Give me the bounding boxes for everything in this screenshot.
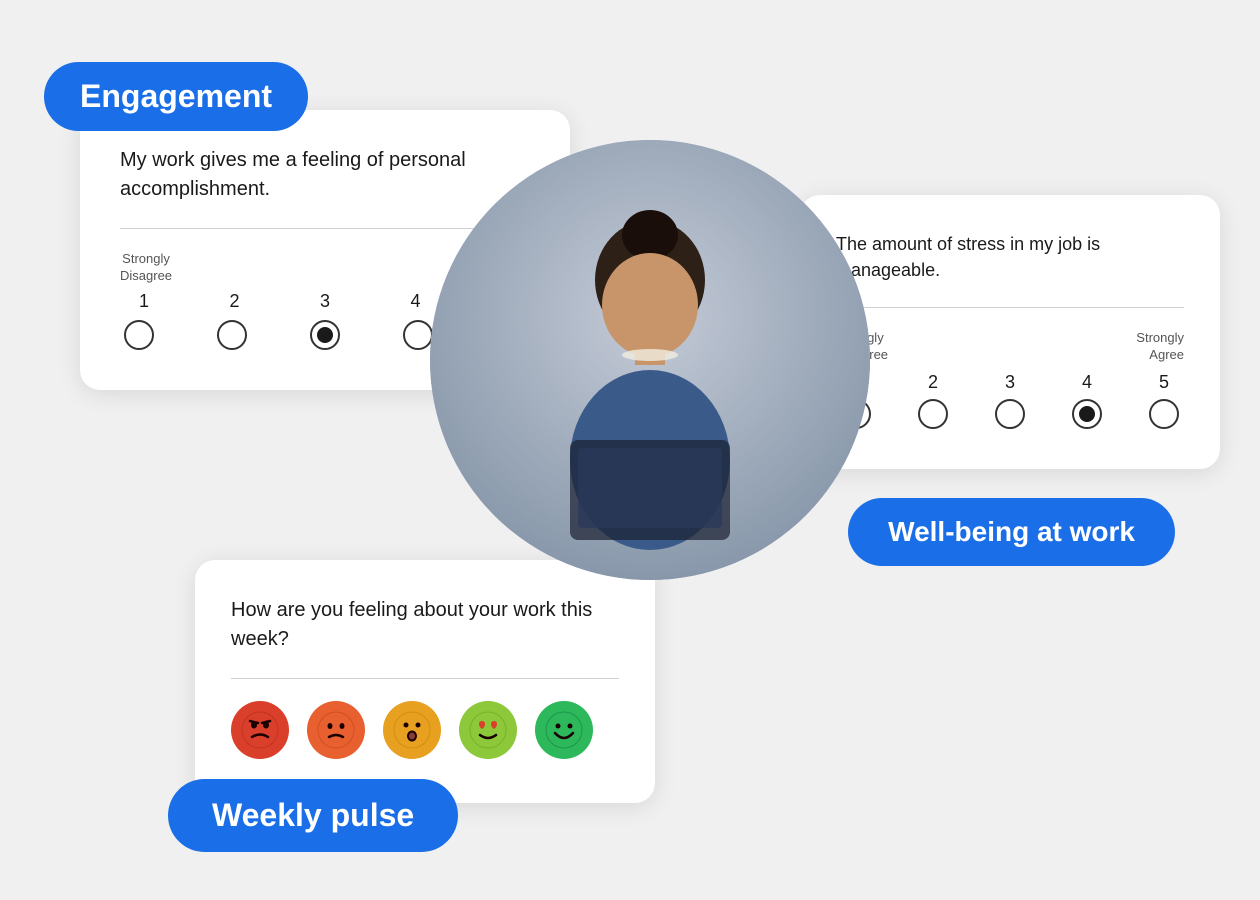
card-pulse: How are you feeling about your work this…: [195, 560, 655, 803]
wb-option-4[interactable]: 4: [1069, 372, 1105, 429]
radio-1-3[interactable]: [310, 320, 340, 350]
radio-1-1[interactable]: [124, 320, 154, 350]
radio-circle-2-2[interactable]: [918, 399, 948, 429]
radio-circle-2-3[interactable]: [995, 399, 1025, 429]
radio-circle-1-3[interactable]: [310, 320, 340, 350]
radio-circle-2-4[interactable]: [1072, 399, 1102, 429]
radio-circle-1-4[interactable]: [403, 320, 433, 350]
emoji-row: [231, 701, 619, 759]
badge-pulse: Weekly pulse: [168, 779, 458, 852]
person-svg: [430, 140, 870, 580]
divider-2: [836, 307, 1184, 308]
scale-row-wellbeing: 1 2 3 4 5: [836, 372, 1184, 429]
strongly-disagree-label-1: StronglyDisagree: [120, 251, 172, 285]
emoji-love[interactable]: [459, 701, 517, 759]
strongly-agree-label-2: StronglyAgree: [1136, 330, 1184, 364]
angry-face-svg: [241, 711, 279, 749]
wb-option-3[interactable]: 3: [992, 372, 1028, 429]
wellbeing-question: The amount of stress in my job is manage…: [836, 231, 1184, 283]
pulse-question: How are you feeling about your work this…: [231, 596, 619, 654]
emoji-angry[interactable]: [231, 701, 289, 759]
emoji-surprised[interactable]: [383, 701, 441, 759]
emoji-sad[interactable]: [307, 701, 365, 759]
person-photo: [430, 140, 870, 580]
radio-1-4[interactable]: [403, 320, 433, 350]
badge-wellbeing: Well-being at work: [848, 498, 1175, 566]
scale-labels-wellbeing: StronglyDisagree StronglyAgree: [836, 330, 1184, 364]
radio-1-2[interactable]: [217, 320, 247, 350]
main-scene: Engagement My work gives me a feeling of…: [0, 0, 1260, 900]
surprised-face-svg: [393, 711, 431, 749]
person-photo-circle: [430, 140, 870, 580]
radio-circle-1-2[interactable]: [217, 320, 247, 350]
radio-circle-1-1[interactable]: [124, 320, 154, 350]
wb-option-5[interactable]: 5: [1146, 372, 1182, 429]
sad-face-svg: [317, 711, 355, 749]
badge-engagement: Engagement: [44, 62, 308, 131]
emoji-happy[interactable]: [535, 701, 593, 759]
wb-option-2[interactable]: 2: [915, 372, 951, 429]
radio-circle-2-5[interactable]: [1149, 399, 1179, 429]
love-face-svg: [469, 711, 507, 749]
happy-face-svg: [545, 711, 583, 749]
divider-3: [231, 678, 619, 679]
